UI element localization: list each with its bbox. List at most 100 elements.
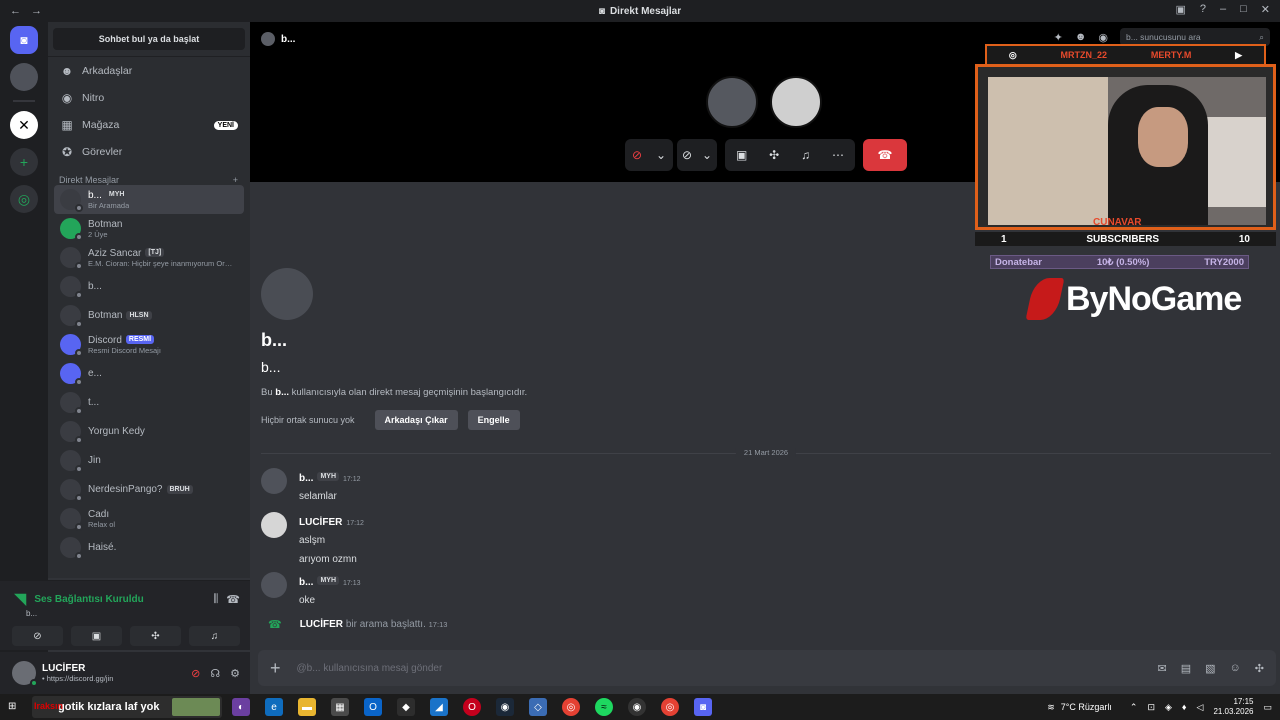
soundboard-button[interactable]: ♫ bbox=[189, 626, 240, 646]
steam-icon[interactable]: ◉ bbox=[496, 698, 514, 716]
camera-button[interactable]: ⊘ bbox=[12, 626, 63, 646]
message-avatar[interactable] bbox=[261, 572, 287, 598]
dm-item[interactable]: Jin bbox=[54, 446, 244, 475]
mic-icon[interactable]: ♦ bbox=[1182, 702, 1187, 712]
pin-icon[interactable]: ✦ bbox=[1054, 31, 1063, 44]
server-avatar[interactable] bbox=[10, 63, 38, 91]
close-button[interactable]: ✕ bbox=[1261, 3, 1270, 16]
dm-item[interactable]: Botman HLSN bbox=[54, 301, 244, 330]
dm-item[interactable]: t... bbox=[54, 388, 244, 417]
call-participant-avatar[interactable] bbox=[706, 76, 758, 128]
message-author[interactable]: b... bbox=[299, 473, 313, 484]
screen-share-button[interactable]: ▣ bbox=[71, 626, 122, 646]
intro-desc-pre: Bu bbox=[261, 387, 276, 398]
system-message: ☎ LUCİFER bir arama başlattı. 17:13 bbox=[268, 618, 447, 631]
inbox-icon[interactable]: ▣ bbox=[1175, 3, 1185, 16]
dm-item[interactable]: Discord RESMİ Resmi Discord Mesajı bbox=[54, 330, 244, 359]
message-composer[interactable]: + @b... kullanıcısına mesaj gönder ✉ ▤ ▧… bbox=[258, 650, 1276, 686]
dm-avatar bbox=[60, 508, 83, 531]
nav-item-g-revler[interactable]: ✪ Görevler bbox=[54, 139, 244, 165]
maximize-button[interactable]: □ bbox=[1240, 3, 1247, 16]
user-avatar[interactable] bbox=[12, 661, 38, 687]
volume-icon[interactable]: ◁ bbox=[1197, 702, 1204, 713]
noise-suppression-icon[interactable]: ⫼ bbox=[213, 593, 218, 606]
discord-taskbar-icon[interactable]: ◙ bbox=[694, 698, 712, 716]
dm-item[interactable]: Haisé. bbox=[54, 533, 244, 562]
attach-plus-icon[interactable]: + bbox=[270, 658, 281, 679]
outlook-icon[interactable]: O bbox=[364, 698, 382, 716]
nav-item-nitro[interactable]: ◉ Nitro bbox=[54, 85, 244, 111]
obs-icon[interactable]: ◉ bbox=[628, 698, 646, 716]
message-avatar[interactable] bbox=[261, 512, 287, 538]
intro-avatar[interactable] bbox=[261, 268, 313, 320]
explore-icon[interactable]: ◎ bbox=[10, 185, 38, 213]
dm-avatar bbox=[60, 450, 83, 473]
settings-gear-icon[interactable]: ⚙ bbox=[230, 667, 240, 680]
azure-icon[interactable]: ◢ bbox=[430, 698, 448, 716]
dm-item[interactable]: e... bbox=[54, 359, 244, 388]
gift-icon[interactable]: ✉ bbox=[1158, 662, 1167, 675]
dm-item[interactable]: Botman 2 Üye bbox=[54, 214, 244, 243]
edge-icon[interactable]: e bbox=[265, 698, 283, 716]
activities-icon[interactable]: ✣ bbox=[769, 148, 779, 162]
dm-item[interactable]: b... MYH Bir Aramada bbox=[54, 185, 244, 214]
dm-item[interactable]: b... bbox=[54, 272, 244, 301]
security-icon[interactable]: ◆ bbox=[397, 698, 415, 716]
disconnect-icon[interactable]: ☎ bbox=[226, 593, 240, 606]
store-icon[interactable]: ▦ bbox=[331, 698, 349, 716]
nav-item-arkada-lar[interactable]: ☻ Arkadaşlar bbox=[54, 58, 244, 84]
clock[interactable]: 17:15 21.03.2026 bbox=[1213, 697, 1253, 717]
app-icon[interactable]: ◇ bbox=[529, 698, 547, 716]
apps-icon[interactable]: ✣ bbox=[1255, 662, 1264, 675]
file-explorer-icon[interactable]: ▬ bbox=[298, 698, 316, 716]
tray-icon[interactable]: ⊡ bbox=[1147, 702, 1155, 713]
minimize-button[interactable]: – bbox=[1220, 3, 1226, 16]
soundboard-icon[interactable]: ♫ bbox=[801, 148, 810, 162]
dm-item[interactable]: Yorgun Kedy bbox=[54, 417, 244, 446]
taskbar-search[interactable]: Iraksın gotik kızlara laf yok bbox=[32, 696, 222, 718]
chevron-up-icon[interactable]: ⌃ bbox=[1130, 702, 1138, 713]
forward-arrow-icon[interactable]: → bbox=[31, 5, 42, 17]
copilot-icon[interactable]: ◐ bbox=[232, 698, 250, 716]
dm-item[interactable]: NerdesinPango? BRUH bbox=[54, 475, 244, 504]
back-arrow-icon[interactable]: ← bbox=[10, 5, 21, 17]
block-button[interactable]: Engelle bbox=[467, 410, 520, 430]
create-dm-icon[interactable]: + bbox=[233, 175, 238, 185]
gif-icon[interactable]: ▤ bbox=[1181, 662, 1191, 675]
activities-button[interactable]: ✣ bbox=[130, 626, 181, 646]
message-avatar[interactable] bbox=[261, 468, 287, 494]
spotify-icon[interactable]: ≈ bbox=[595, 698, 613, 716]
find-conversation-button[interactable]: Sohbet bul ya da başlat bbox=[53, 28, 245, 50]
call-participant-avatar[interactable] bbox=[770, 76, 822, 128]
windows-start-icon[interactable]: ⊞ bbox=[8, 701, 16, 712]
profile-icon[interactable]: ◉ bbox=[1098, 31, 1108, 44]
chrome-icon[interactable]: ◎ bbox=[562, 698, 580, 716]
voice-status[interactable]: Ses Bağlantısı Kuruldu bbox=[34, 594, 143, 605]
system-author[interactable]: LUCİFER bbox=[300, 619, 343, 630]
screen-share-icon[interactable]: ▣ bbox=[736, 148, 747, 162]
message-author[interactable]: b... bbox=[299, 577, 313, 588]
server-icon[interactable]: ✕ bbox=[10, 111, 38, 139]
message-author[interactable]: LUCİFER bbox=[299, 517, 342, 528]
sticker-icon[interactable]: ▧ bbox=[1205, 662, 1215, 675]
network-icon[interactable]: ◈ bbox=[1165, 702, 1172, 713]
camera-toggle[interactable]: ⊘ ⌄ bbox=[677, 139, 717, 171]
help-icon[interactable]: ? bbox=[1200, 3, 1206, 16]
nav-item-ma-aza[interactable]: ▦ Mağaza YENİ bbox=[54, 112, 244, 138]
home-discord-icon[interactable]: ◙ bbox=[10, 26, 38, 54]
remove-friend-button[interactable]: Arkadaşı Çıkar bbox=[374, 410, 458, 430]
dm-item[interactable]: Aziz Sancar [TJ] E.M. Cioran: Hiçbir şeye … bbox=[54, 243, 244, 272]
emoji-icon[interactable]: ☺ bbox=[1230, 662, 1241, 675]
more-options-icon[interactable]: ⋯ bbox=[832, 148, 844, 162]
opera-icon[interactable]: O bbox=[463, 698, 481, 716]
mic-toggle[interactable]: ⊘ ⌄ bbox=[625, 139, 673, 171]
weather-widget[interactable]: ≋ 7°C Rüzgarlı bbox=[1047, 702, 1112, 713]
notification-icon[interactable]: ▭ bbox=[1263, 702, 1272, 713]
headphones-icon[interactable]: ☊ bbox=[210, 667, 220, 680]
mic-muted-icon[interactable]: ⊘ bbox=[191, 667, 200, 680]
chrome-icon[interactable]: ◎ bbox=[661, 698, 679, 716]
add-server-icon[interactable]: + bbox=[10, 148, 38, 176]
dm-item[interactable]: Cadı Relax ol bbox=[54, 504, 244, 533]
add-friends-icon[interactable]: ☻ bbox=[1075, 31, 1087, 43]
hang-up-button[interactable]: ☎ bbox=[863, 139, 907, 171]
